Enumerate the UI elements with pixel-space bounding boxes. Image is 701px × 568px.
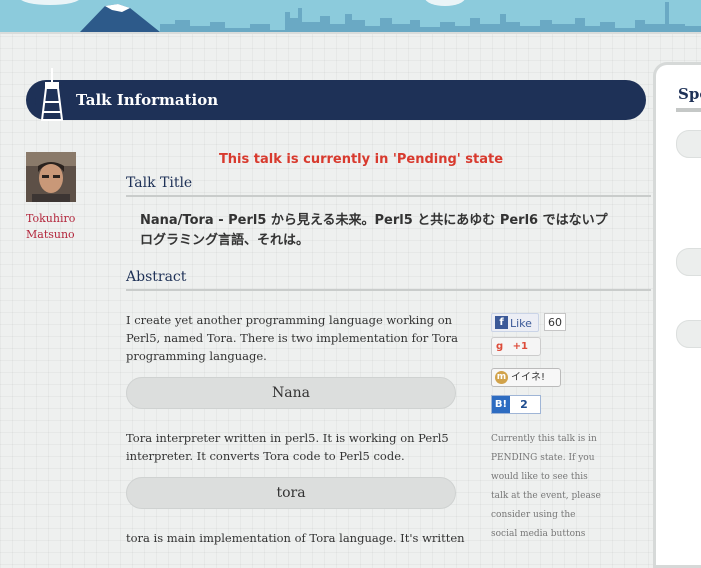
talk-title-heading: Talk Title bbox=[126, 175, 193, 191]
pending-note: Currently this talk is in PENDING state.… bbox=[491, 434, 601, 539]
tora-section-button[interactable]: tora bbox=[126, 477, 456, 509]
tora-description: tora is main implementation of Tora lang… bbox=[126, 531, 465, 545]
status-message: This talk is currently in 'Pending' stat… bbox=[218, 152, 504, 167]
section-divider bbox=[126, 289, 651, 291]
speaker-avatar[interactable] bbox=[26, 152, 76, 202]
facebook-like-button[interactable]: f Like bbox=[491, 313, 539, 332]
sidebar-heading: Spo bbox=[678, 85, 701, 103]
sidebar-item[interactable] bbox=[676, 248, 701, 276]
abstract-intro: I create yet another programming languag… bbox=[126, 313, 459, 363]
google-plus-label: +1 bbox=[512, 341, 528, 352]
hatena-bookmark-count: 2 bbox=[520, 398, 528, 411]
google-plus-button[interactable]: g +1 bbox=[491, 337, 541, 356]
mixi-like-button[interactable]: m イイネ! bbox=[491, 368, 561, 387]
sidebar-item[interactable] bbox=[676, 130, 701, 158]
tower-icon bbox=[35, 68, 69, 121]
mixi-like-label: イイネ! bbox=[511, 372, 546, 383]
facebook-icon: f bbox=[495, 316, 508, 329]
header-skyline bbox=[0, 0, 701, 34]
page-title: Talk Information bbox=[76, 91, 219, 109]
mixi-icon: m bbox=[495, 371, 508, 384]
nana-description: Tora interpreter written in perl5. It is… bbox=[126, 431, 449, 463]
speaker-photo bbox=[26, 152, 76, 202]
hatena-bookmark-icon: B! bbox=[492, 396, 510, 413]
abstract-heading: Abstract bbox=[126, 269, 187, 285]
speaker-last-name[interactable]: Matsuno bbox=[26, 228, 75, 241]
sidebar-divider bbox=[676, 108, 701, 112]
facebook-like-label: Like bbox=[510, 317, 532, 330]
section-divider bbox=[126, 195, 651, 197]
google-plus-icon: g bbox=[496, 341, 504, 352]
sidebar-item[interactable] bbox=[676, 320, 701, 348]
nana-section-button[interactable]: Nana bbox=[126, 377, 456, 409]
speaker-first-name[interactable]: Tokuhiro bbox=[26, 212, 75, 225]
page-title-bar: Talk Information bbox=[26, 80, 646, 120]
talk-title: Nana/Tora - Perl5 から見える未来。Perl5 と共にあゆむ P… bbox=[140, 213, 608, 248]
facebook-like-count: 60 bbox=[544, 313, 566, 331]
hatena-bookmark-button[interactable]: B! 2 bbox=[491, 395, 541, 414]
skyline-illustration bbox=[0, 0, 701, 32]
